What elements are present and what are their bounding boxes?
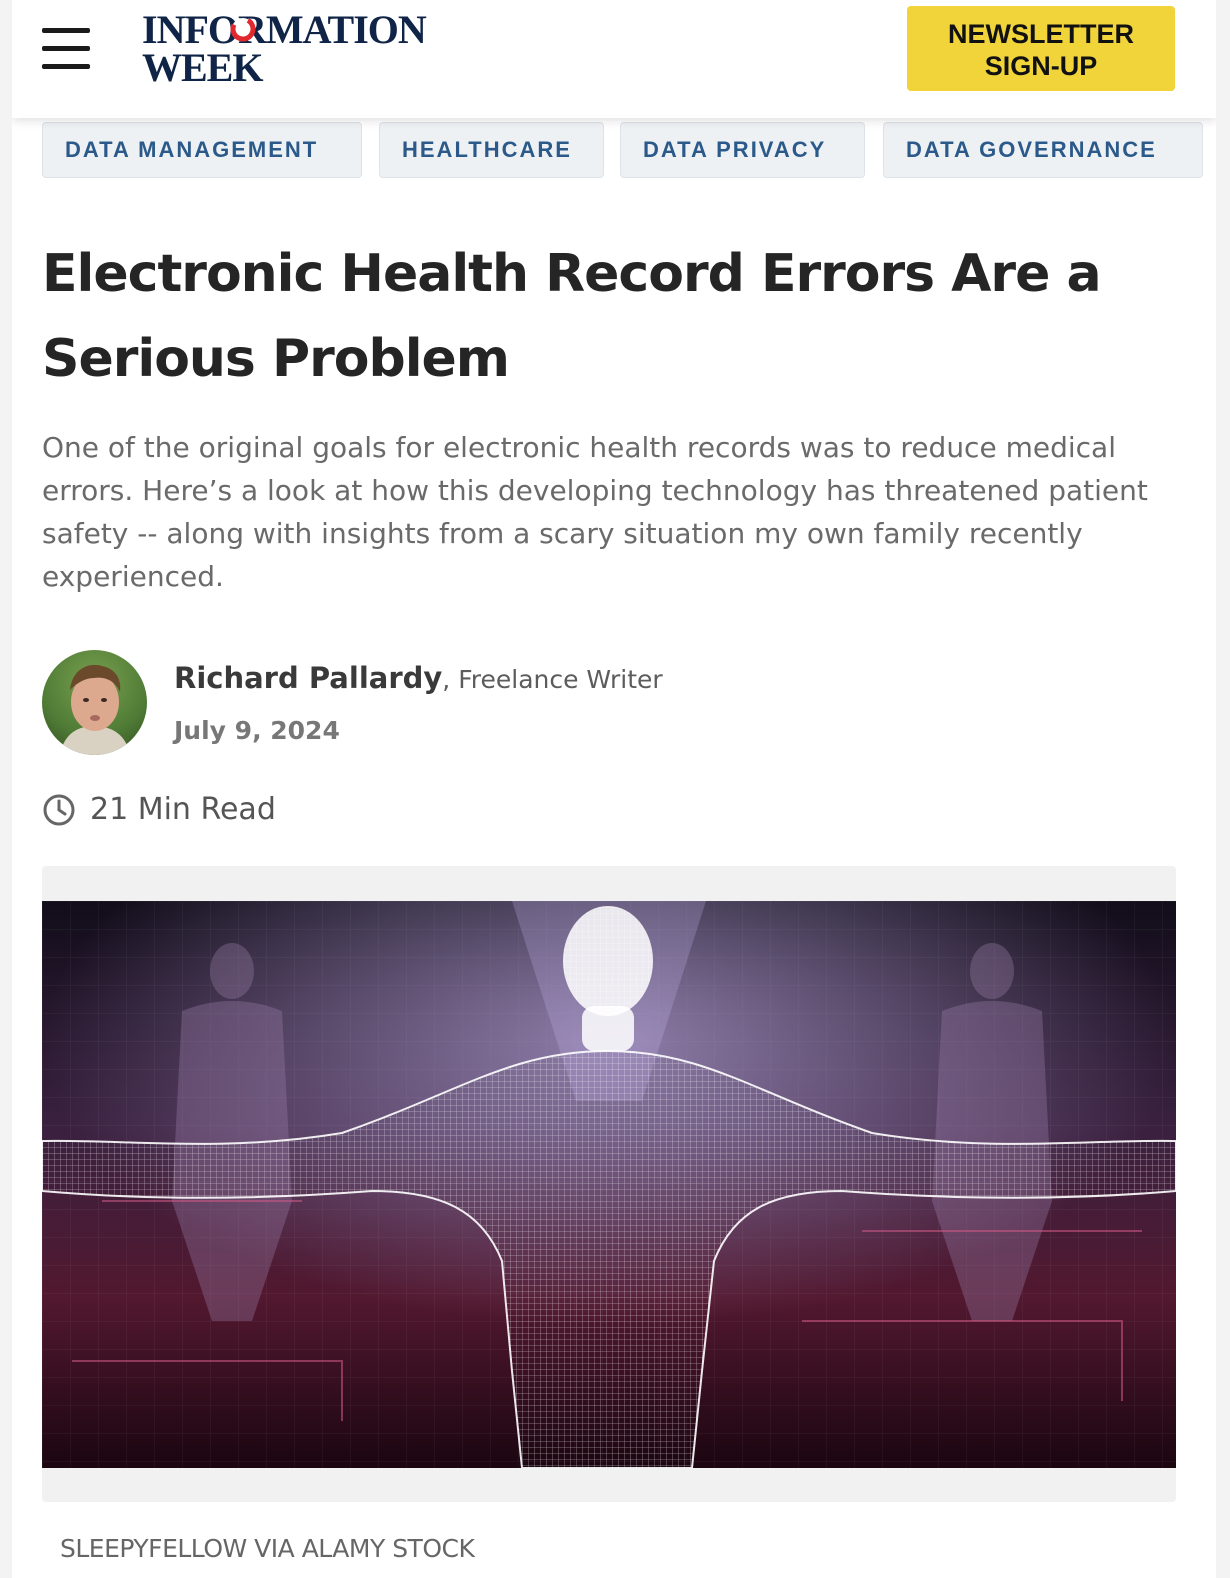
author-byline: Richard Pallardy, Freelance Writer [174,661,663,695]
logo-line-2: WEEK [142,45,263,90]
hero-image[interactable] [42,901,1176,1468]
article-page: INFORMATION WEEK NEWSLETTER SIGN-UP DATA… [12,0,1216,1578]
tag-healthcare[interactable]: HEALTHCARE [379,122,604,178]
newsletter-label-2: SIGN-UP [984,51,1098,81]
article-title: Electronic Health Record Errors Are a Se… [42,244,1102,389]
clock-icon [43,794,75,826]
article-summary: One of the original goals for electronic… [42,431,1148,593]
newsletter-signup-button[interactable]: NEWSLETTER SIGN-UP [907,6,1175,91]
author-avatar[interactable] [42,650,147,755]
newsletter-label-1: NEWSLETTER [948,19,1134,49]
read-time-label: 21 Min Read [90,792,276,827]
publish-date: July 9, 2024 [174,716,340,745]
author-name-link[interactable]: Richard Pallardy [174,661,442,695]
logo-ring-icon [230,16,256,42]
informationweek-logo[interactable]: INFORMATION WEEK [142,10,462,90]
site-header: INFORMATION WEEK NEWSLETTER SIGN-UP [12,0,1216,118]
image-caption: SLEEPYFELLOW VIA ALAMY STOCK [60,1534,475,1563]
tag-data-management[interactable]: DATA MANAGEMENT [42,122,362,178]
hamburger-menu-icon[interactable] [42,28,92,70]
logo-line-1: INFORMATION [142,7,427,52]
tag-data-governance[interactable]: DATA GOVERNANCE [883,122,1203,178]
tag-data-privacy[interactable]: DATA PRIVACY [620,122,865,178]
author-role: , Freelance Writer [442,665,663,694]
topic-tags: DATA MANAGEMENT HEALTHCARE DATA PRIVACY … [42,122,1216,178]
